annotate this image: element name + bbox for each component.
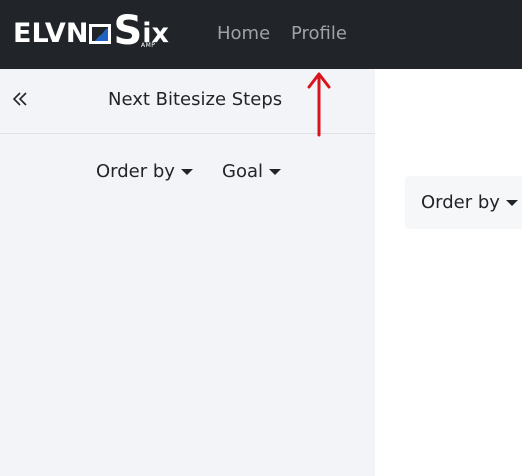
goal-label: Goal — [222, 161, 263, 182]
order-by-label: Order by — [96, 161, 175, 182]
logo-amp-text: AMP — [141, 42, 156, 49]
main-order-by-dropdown[interactable]: Order by — [405, 176, 522, 229]
caret-down-icon — [180, 168, 193, 175]
sidebar-title: Next Bitesize Steps — [108, 89, 283, 110]
top-navbar: ELVN S ix AMP Home Profile — [0, 0, 522, 69]
double-chevron-left-icon[interactable] — [12, 88, 30, 110]
nav-profile-link[interactable]: Profile — [291, 23, 347, 44]
logo-brand-text: ELVN — [13, 17, 89, 49]
elvn-six-logo[interactable]: ELVN S ix AMP — [13, 11, 189, 55]
sidebar-order-by-dropdown[interactable]: Order by — [96, 161, 193, 182]
logo-zero-mark-icon — [89, 24, 112, 44]
caret-down-icon — [269, 168, 281, 175]
red-up-arrow-icon — [307, 72, 331, 137]
caret-down-icon — [505, 199, 518, 206]
nav-home-link[interactable]: Home — [217, 23, 270, 44]
sidebar-goal-dropdown[interactable]: Goal — [222, 161, 281, 182]
main-order-by-label: Order by — [421, 192, 500, 213]
logo-s-letter: S — [113, 8, 143, 54]
